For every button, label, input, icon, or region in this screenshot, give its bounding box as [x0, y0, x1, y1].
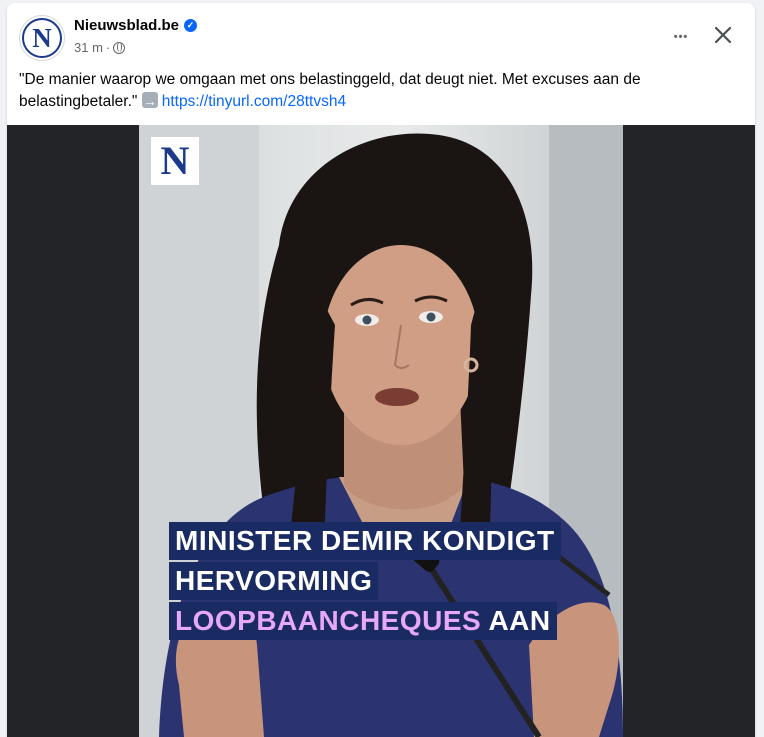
avatar-ring: N [22, 18, 62, 58]
right-arrow-emoji-icon [141, 90, 158, 112]
post-header: N Nieuwsblad.be ✓ 31 m · ••• [7, 3, 755, 63]
more-options-button[interactable]: ••• [665, 21, 697, 53]
brand-logo: N [151, 137, 199, 185]
headline-accent-word: LOOPBAANCHEQUES [175, 605, 482, 636]
more-options-icon: ••• [673, 31, 689, 43]
post-media: N MINISTER DEMIR KONDIGT HERVORMING LOOP… [7, 125, 755, 737]
close-icon [714, 26, 732, 44]
post-card: N Nieuwsblad.be ✓ 31 m · ••• "De manier … [7, 3, 755, 737]
page-name-link[interactable]: Nieuwsblad.be [74, 17, 179, 34]
headline-line-3-rest: AAN [488, 605, 551, 636]
page-name-row: Nieuwsblad.be ✓ [74, 17, 198, 34]
close-button[interactable] [707, 19, 739, 51]
globe-icon [113, 41, 126, 54]
avatar-logo: N [32, 22, 52, 53]
post-link[interactable]: https://tinyurl.com/28ttvsh4 [162, 93, 346, 110]
post-meta: 31 m · [74, 40, 126, 55]
post-timestamp[interactable]: 31 m [74, 40, 103, 55]
verified-badge-icon: ✓ [184, 19, 198, 32]
brand-logo-letter: N [160, 138, 190, 183]
meta-separator: · [105, 40, 111, 55]
headline-line-2: HERVORMING [169, 562, 379, 600]
image-headline: MINISTER DEMIR KONDIGT HERVORMING LOOPBA… [169, 521, 561, 641]
headline-line-1: MINISTER DEMIR KONDIGT [169, 522, 561, 560]
post-message: "De manier waarop we omgaan met ons bela… [19, 69, 739, 113]
page-avatar[interactable]: N [19, 15, 65, 61]
photo-illustration [139, 125, 623, 737]
post-photo[interactable]: N MINISTER DEMIR KONDIGT HERVORMING LOOP… [139, 125, 623, 737]
